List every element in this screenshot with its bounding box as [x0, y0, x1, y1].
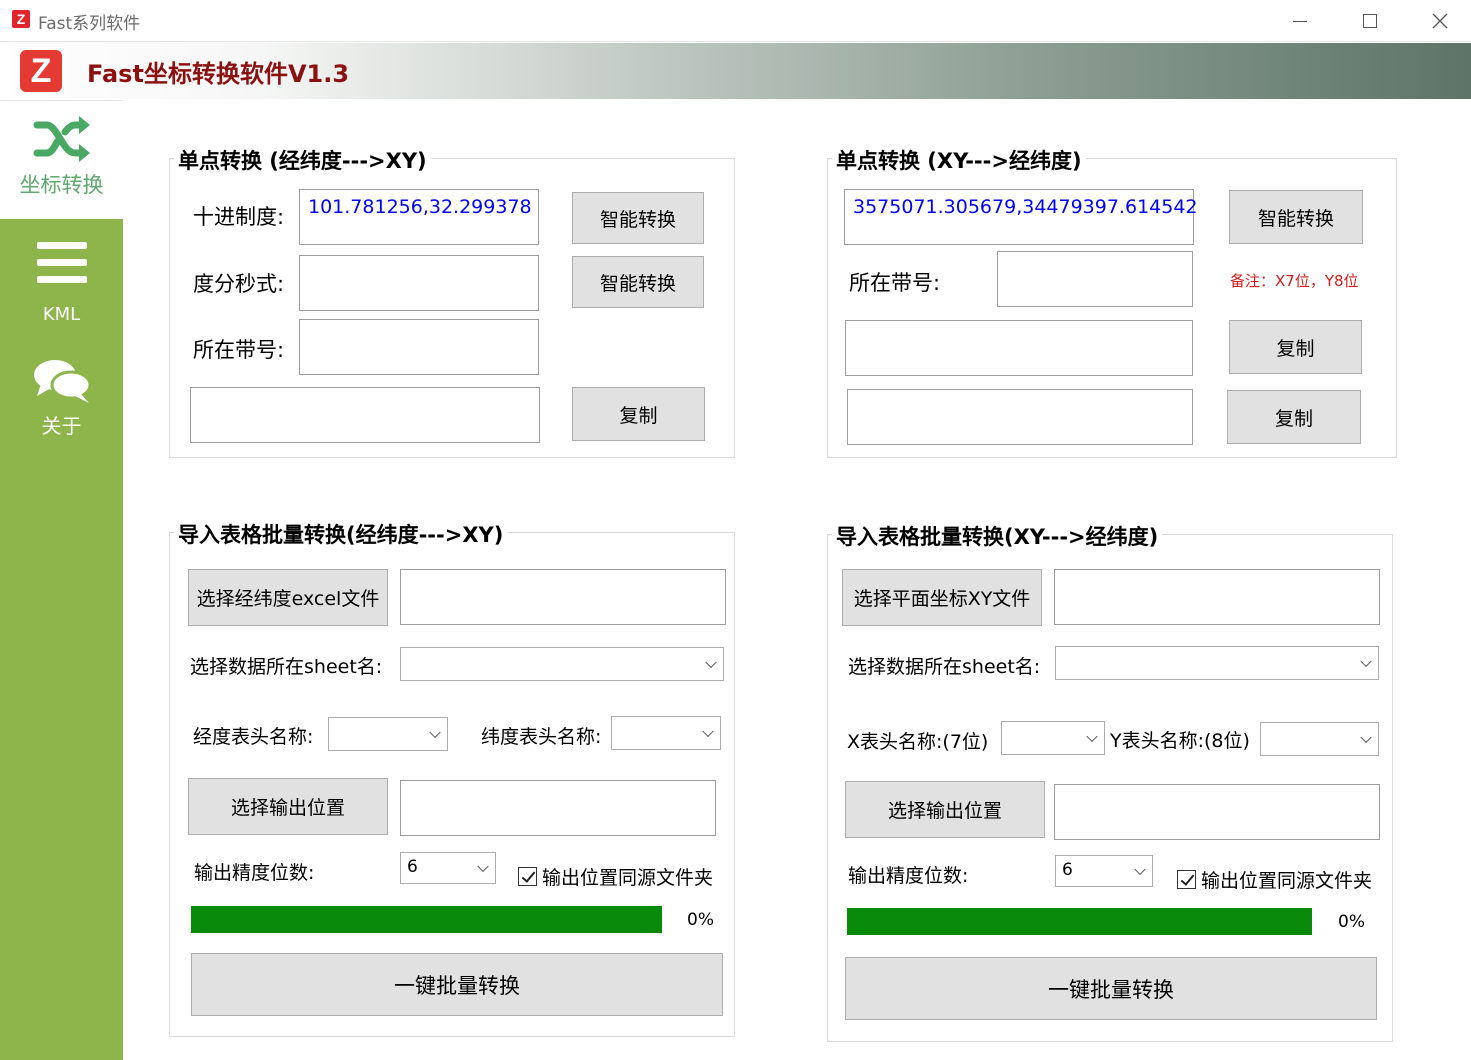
window-titlebar: Z Fast系列软件 [0, 0, 1471, 42]
file-path-input[interactable] [400, 569, 726, 625]
xy-input[interactable]: 3575071.305679,34479397.614542 [844, 189, 1198, 245]
same-folder-checkbox[interactable]: 输出位置同源文件夹 [518, 863, 713, 890]
maximize-button[interactable] [1335, 0, 1405, 42]
dms-label: 度分秒式: [193, 272, 285, 296]
sidebar-item-label: KML [42, 304, 81, 325]
zone-label: 所在带号: [193, 338, 285, 362]
select-output-button[interactable]: 选择输出位置 [845, 781, 1045, 838]
group-title: 导入表格批量转换(经纬度--->XY) [174, 519, 508, 549]
chat-bubbles-icon [33, 360, 91, 403]
copy-button-2[interactable]: 复制 [1227, 390, 1361, 444]
smart-convert-xy-button[interactable]: 智能转换 [1229, 190, 1363, 244]
menu-icon [36, 242, 87, 283]
y-header-label: Y表头名称:(8位) [1110, 730, 1250, 752]
close-icon [1432, 13, 1448, 29]
chevron-down-icon [702, 725, 714, 738]
chevron-down-icon [705, 656, 717, 669]
app-icon: Z [12, 10, 30, 28]
batch-convert-button[interactable]: 一键批量转换 [191, 953, 723, 1016]
x-header-select[interactable] [1001, 721, 1105, 755]
sidebar-item-coordinate-convert-content: 坐标转换 [0, 115, 123, 199]
sidebar-item-kml[interactable]: KML [0, 242, 123, 325]
chevron-down-icon [1134, 863, 1146, 876]
copy-button[interactable]: 复制 [572, 387, 705, 441]
checkbox-label: 输出位置同源文件夹 [542, 867, 714, 889]
result-output[interactable] [190, 387, 540, 443]
lat-header-select[interactable] [611, 716, 721, 750]
lat-header-label: 纬度表头名称: [481, 726, 602, 748]
chevron-down-icon [1360, 655, 1372, 668]
output-path-input[interactable] [1054, 784, 1380, 840]
result-output-1[interactable] [845, 320, 1193, 376]
chevron-down-icon [1086, 730, 1098, 743]
close-button[interactable] [1405, 0, 1471, 42]
file-path-input[interactable] [1054, 569, 1380, 625]
shuffle-icon [33, 116, 90, 162]
sidebar-item-coordinate-convert[interactable]: 坐标转换 [0, 100, 123, 219]
zone-input[interactable] [997, 251, 1193, 307]
minimize-button[interactable] [1265, 0, 1335, 42]
precision-label: 输出精度位数: [194, 862, 315, 884]
sidebar-item-label: 坐标转换 [19, 173, 104, 197]
same-folder-checkbox[interactable]: 输出位置同源文件夹 [1177, 866, 1372, 893]
output-path-input[interactable] [400, 780, 716, 836]
result-output-2[interactable] [847, 389, 1193, 445]
progress-text: 0% [1338, 912, 1365, 932]
group-title: 导入表格批量转换(XY--->经纬度) [832, 521, 1163, 551]
checkbox-checked-icon [518, 867, 537, 886]
copy-button-1[interactable]: 复制 [1229, 320, 1362, 374]
select-latlon-file-button[interactable]: 选择经纬度excel文件 [188, 569, 388, 626]
checkbox-label: 输出位置同源文件夹 [1201, 870, 1373, 892]
precision-select[interactable]: 6 [1055, 855, 1153, 887]
app-header: Z Fast坐标转换软件V1.3 [0, 43, 1471, 99]
x-header-label: X表头名称:(7位) [847, 731, 989, 753]
minimize-icon [1293, 20, 1307, 22]
smart-convert-dms-button[interactable]: 智能转换 [572, 256, 704, 308]
decimal-degree-label: 十进制度: [193, 205, 285, 229]
sidebar-item-about[interactable]: 关于 [0, 358, 123, 439]
lon-header-select[interactable] [328, 717, 448, 751]
sheet-select[interactable] [1055, 646, 1379, 680]
lon-header-label: 经度表头名称: [193, 726, 314, 748]
smart-convert-button[interactable]: 智能转换 [572, 192, 704, 244]
precision-label: 输出精度位数: [848, 865, 969, 887]
precision-select[interactable]: 6 [400, 852, 496, 884]
batch-convert-button[interactable]: 一键批量转换 [845, 957, 1377, 1020]
progress-text: 0% [687, 910, 714, 930]
select-xy-file-button[interactable]: 选择平面坐标XY文件 [842, 569, 1042, 626]
sheet-select[interactable] [400, 647, 724, 681]
dms-input[interactable] [299, 255, 539, 311]
group-title: 单点转换 (XY--->经纬度) [832, 145, 1086, 175]
group-title: 单点转换 (经纬度--->XY) [174, 145, 431, 175]
maximize-icon [1363, 14, 1377, 28]
y-header-select[interactable] [1260, 722, 1379, 756]
chevron-down-icon [477, 860, 489, 873]
progress-bar [191, 906, 662, 933]
checkbox-checked-icon [1177, 870, 1196, 889]
chevron-down-icon [1360, 731, 1372, 744]
progress-bar [847, 908, 1312, 935]
decimal-degree-input[interactable]: 101.781256,32.299378 [299, 189, 539, 245]
app-title: Fast坐标转换软件V1.3 [87, 60, 350, 88]
sidebar: 坐标转换 KML 关于 [0, 100, 123, 1060]
zone-label: 所在带号: [849, 271, 941, 295]
app-logo: Z [20, 50, 62, 92]
select-output-button[interactable]: 选择输出位置 [188, 778, 388, 835]
chevron-down-icon [429, 726, 441, 739]
window-title: Fast系列软件 [38, 14, 141, 34]
sheet-label: 选择数据所在sheet名: [848, 656, 1041, 678]
sidebar-item-label: 关于 [41, 414, 82, 438]
note-text: 备注：X7位，Y8位 [1230, 272, 1359, 290]
sheet-label: 选择数据所在sheet名: [190, 656, 383, 678]
zone-input[interactable] [299, 319, 539, 375]
